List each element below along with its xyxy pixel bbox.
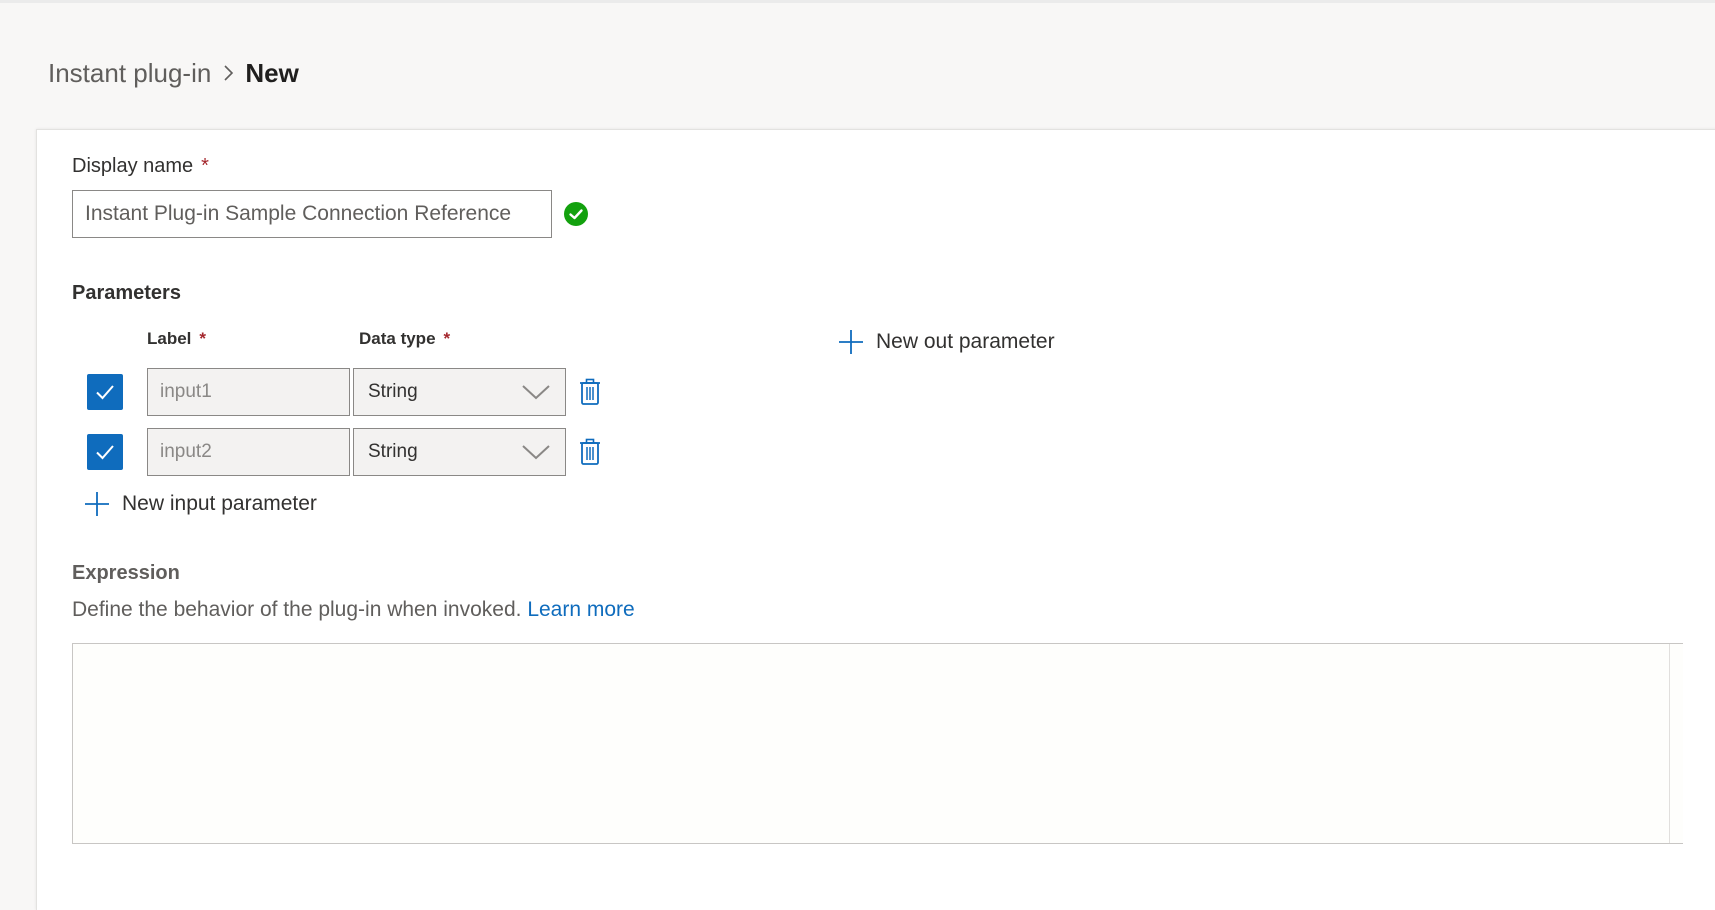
expression-title: Expression xyxy=(72,562,180,584)
parameters-title: Parameters xyxy=(72,282,181,304)
display-name-label-text: Display name xyxy=(72,155,194,177)
expression-scrollbar[interactable] xyxy=(1669,644,1683,843)
learn-more-link[interactable]: Learn more xyxy=(527,598,634,621)
parameter-label-input[interactable]: input1 xyxy=(147,368,350,416)
parameter-checkbox[interactable] xyxy=(87,374,123,410)
checkmark-icon xyxy=(96,445,114,460)
label-column-header-text: Label xyxy=(147,329,192,348)
chevron-down-icon xyxy=(522,385,550,400)
plus-icon xyxy=(839,330,863,354)
display-name-value: Instant Plug-in Sample Connection Refere… xyxy=(85,202,512,225)
parameter-label-value: input2 xyxy=(160,441,212,462)
parameter-label-value: input1 xyxy=(160,381,212,402)
data-type-column-header: Data type * xyxy=(359,329,450,349)
chevron-down-icon xyxy=(522,445,550,460)
parameter-data-type-dropdown[interactable]: String xyxy=(353,428,566,476)
checkmark-icon xyxy=(96,385,114,400)
parameter-label-input[interactable]: input2 xyxy=(147,428,350,476)
new-input-parameter-button[interactable]: New input parameter xyxy=(84,491,317,517)
plus-icon xyxy=(85,492,109,516)
required-indicator: * xyxy=(443,329,451,348)
new-out-parameter-label: New out parameter xyxy=(876,330,1055,353)
display-name-label: Display name * xyxy=(72,155,209,178)
top-divider xyxy=(0,0,1715,3)
new-input-parameter-label: New input parameter xyxy=(122,492,317,515)
parameter-data-type-value: String xyxy=(368,441,418,462)
display-name-input[interactable]: Instant Plug-in Sample Connection Refere… xyxy=(72,190,552,238)
new-out-parameter-button[interactable]: New out parameter xyxy=(838,329,1055,355)
label-column-header: Label * xyxy=(147,329,206,349)
parameter-data-type-dropdown[interactable]: String xyxy=(353,368,566,416)
expression-editor[interactable] xyxy=(72,643,1683,844)
parameter-checkbox[interactable] xyxy=(87,434,123,470)
trash-icon[interactable] xyxy=(578,438,602,466)
breadcrumb: Instant plug-in New xyxy=(48,55,299,91)
breadcrumb-current: New xyxy=(245,57,299,88)
expression-description-text: Define the behavior of the plug-in when … xyxy=(72,598,522,621)
expression-description: Define the behavior of the plug-in when … xyxy=(72,598,635,622)
parameter-data-type-value: String xyxy=(368,381,418,402)
trash-icon[interactable] xyxy=(578,378,602,406)
chevron-right-icon xyxy=(211,55,245,91)
required-indicator: * xyxy=(199,329,207,348)
check-circle-icon xyxy=(564,202,588,226)
data-type-column-header-text: Data type xyxy=(359,329,436,348)
required-indicator: * xyxy=(201,155,209,177)
breadcrumb-parent-link[interactable]: Instant plug-in xyxy=(48,58,211,89)
